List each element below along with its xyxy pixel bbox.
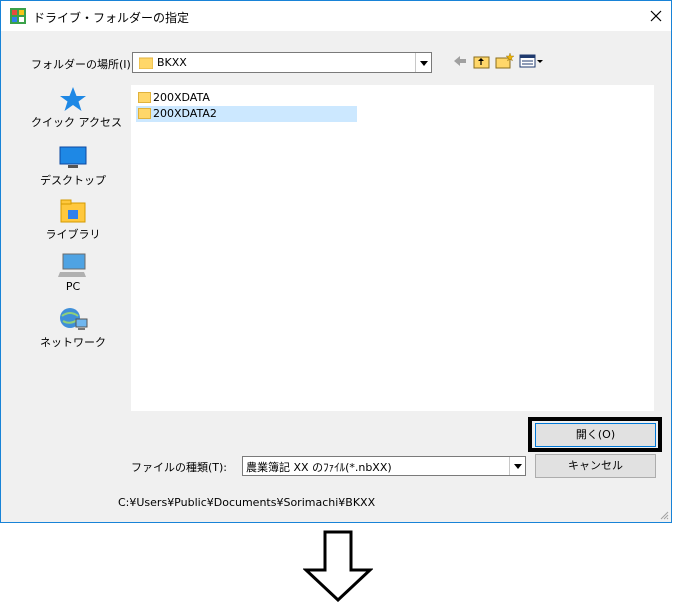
new-folder-icon[interactable] (495, 52, 515, 70)
up-folder-icon[interactable] (473, 52, 491, 70)
place-desktop[interactable]: デスクトップ (31, 144, 115, 188)
cancel-button[interactable]: キャンセル (535, 454, 656, 478)
chevron-down-icon[interactable] (415, 53, 431, 72)
chevron-down-icon[interactable] (509, 457, 525, 475)
folder-icon (139, 57, 153, 69)
list-item[interactable]: 200XDATA2 (136, 106, 357, 122)
filetype-combo[interactable]: 農業簿記 XX のﾌｧｲﾙ(*.nbXX) (242, 456, 526, 476)
filetype-value: 農業簿記 XX のﾌｧｲﾙ(*.nbXX) (246, 461, 392, 474)
open-button[interactable]: 開く(O) (535, 423, 656, 447)
star-icon (60, 87, 86, 111)
close-icon (650, 10, 662, 22)
place-network[interactable]: ネットワーク (31, 306, 115, 350)
folder-dialog: ドライブ・フォルダーの指定 フォルダーの場所(I): BKXX クイック アクセ… (0, 0, 672, 523)
file-list[interactable]: 200XDATA 200XDATA2 (131, 85, 654, 411)
filetype-label: ファイルの種類(T): (131, 461, 228, 474)
place-quick-access[interactable]: クイック アクセス (31, 86, 122, 130)
folder-icon (138, 108, 151, 119)
path-text: C:¥Users¥Public¥Documents¥Sorimachi¥BKXX (118, 496, 376, 509)
place-pc[interactable]: PC (31, 252, 115, 293)
folder-icon (138, 92, 151, 103)
view-menu-icon[interactable] (519, 52, 545, 70)
app-icon (10, 8, 26, 24)
title-bar: ドライブ・フォルダーの指定 (1, 1, 671, 31)
window-title: ドライブ・フォルダーの指定 (33, 11, 190, 25)
place-library[interactable]: ライブラリ (31, 198, 115, 242)
lookin-combo[interactable]: BKXX (132, 52, 432, 73)
back-arrow-icon[interactable] (452, 52, 468, 70)
lookin-label: フォルダーの場所(I): (31, 58, 135, 71)
desktop-icon (59, 146, 87, 168)
close-button[interactable] (641, 1, 671, 31)
network-icon (60, 308, 88, 330)
down-arrow-icon (303, 530, 373, 602)
lookin-value: BKXX (157, 56, 187, 69)
resize-grip-icon[interactable] (659, 510, 669, 520)
library-icon (60, 199, 86, 223)
pc-icon (58, 253, 86, 277)
list-item[interactable]: 200XDATA (136, 90, 357, 106)
